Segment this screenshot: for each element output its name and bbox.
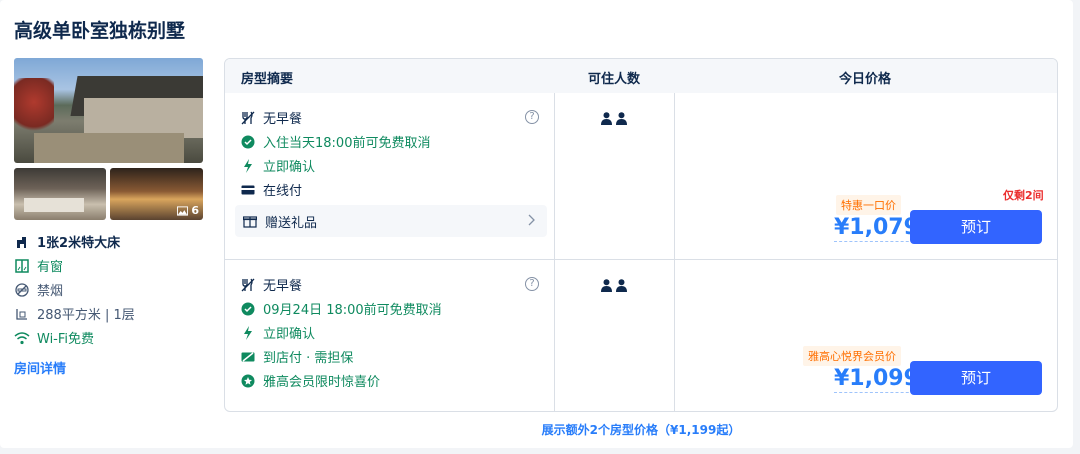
lightning-icon: [244, 325, 252, 340]
room-title: 高级单卧室独栋别墅: [14, 20, 186, 42]
header-summary: 房型摘要: [241, 72, 294, 87]
book-button[interactable]: 预订: [910, 361, 1042, 395]
gift-icon: [243, 216, 257, 228]
check-circle-icon: [241, 135, 255, 148]
room-photo-thumb-1[interactable]: [14, 168, 106, 220]
credit-card-icon: [241, 185, 255, 194]
instant-confirm-label: 立即确认: [263, 160, 316, 175]
cancel-policy[interactable]: 09月24日 18:00前可免费取消: [241, 299, 442, 318]
no-breakfast-icon: [241, 111, 255, 124]
no-breakfast-icon: [241, 278, 255, 291]
price-tag: 特惠一口价: [836, 195, 901, 215]
feature-smoking-label: 禁烟: [37, 284, 64, 299]
table-header: 房型摘要 可住人数 今日价格: [225, 59, 1057, 93]
pay-at-hotel-icon: [241, 351, 255, 362]
show-more-rates-link[interactable]: 展示额外2个房型价格（¥1,199起）: [224, 421, 1058, 438]
person-icon: [601, 112, 612, 125]
feature-window: 有窗: [14, 256, 63, 275]
payment-method-label: 到店付 · 需担保: [263, 351, 354, 366]
breakfast-item: 无早餐: [241, 275, 302, 294]
payment-method-label: 在线付: [263, 184, 303, 199]
bed-icon: [17, 236, 26, 248]
header-occupancy: 可住人数: [588, 72, 641, 87]
breakfast-label: 无早餐: [263, 112, 303, 127]
occupancy-icons: [601, 279, 627, 292]
room-main-photo[interactable]: [14, 58, 203, 163]
help-icon[interactable]: ?: [525, 277, 539, 291]
no-smoking-icon: [15, 282, 29, 297]
image-icon: [177, 205, 189, 216]
feature-area-label: 288平方米 | 1层: [37, 308, 135, 323]
chevron-right-icon: [528, 214, 535, 226]
feature-window-label: 有窗: [37, 260, 64, 275]
room-card: 高级单卧室独栋别墅 6 1张2米特大床 有窗 禁烟 288平方米 | 1层 Wi…: [0, 0, 1073, 448]
person-icon: [601, 279, 612, 292]
gift-label: 赠送礼品: [265, 215, 318, 231]
feature-wifi-label: Wi-Fi免费: [37, 332, 95, 347]
gift-row[interactable]: 赠送礼品: [235, 205, 547, 237]
lightning-icon: [244, 158, 252, 173]
wifi-icon: [14, 331, 30, 344]
star-badge-icon: [241, 374, 255, 387]
help-icon[interactable]: ?: [525, 110, 539, 124]
payment-method: 在线付: [241, 180, 302, 199]
member-deal: 雅高会员限时惊喜价: [241, 371, 380, 390]
header-price: 今日价格: [839, 72, 892, 87]
price-tag: 雅高心悦界会员价: [803, 346, 901, 366]
cancel-policy-label: 入住当天18:00前可免费取消: [263, 136, 431, 151]
feature-bed: 1张2米特大床: [14, 232, 120, 251]
breakfast-label: 无早餐: [263, 279, 303, 294]
rate-table: 房型摘要 可住人数 今日价格 无早餐 ? 入住当天18:00前可免费取消 立即确…: [224, 58, 1058, 412]
book-button[interactable]: 预订: [910, 210, 1042, 244]
occupancy-icons: [601, 112, 627, 125]
feature-smoking: 禁烟: [14, 280, 63, 299]
instant-confirm: 立即确认: [241, 156, 315, 175]
breakfast-item: 无早餐: [241, 108, 302, 127]
instant-confirm: 立即确认: [241, 323, 315, 342]
window-icon: [15, 258, 29, 273]
price-value: ¥1,099: [834, 366, 919, 393]
photo-count-badge: 6: [177, 204, 199, 217]
room-detail-link[interactable]: 房间详情: [14, 358, 66, 377]
member-deal-label: 雅高会员限时惊喜价: [263, 375, 381, 390]
room-photo-thumb-2[interactable]: 6: [110, 168, 203, 220]
payment-method: 到店付 · 需担保: [241, 347, 353, 366]
floor-area-icon: [16, 308, 27, 320]
photo-count: 6: [191, 204, 199, 217]
feature-bed-label: 1张2米特大床: [37, 236, 121, 251]
person-icon: [616, 279, 627, 292]
feature-wifi: Wi-Fi免费: [14, 328, 94, 347]
feature-area: 288平方米 | 1层: [14, 304, 135, 323]
check-circle-icon: [241, 302, 255, 315]
person-icon: [616, 112, 627, 125]
cancel-policy[interactable]: 入住当天18:00前可免费取消: [241, 132, 430, 151]
rooms-left-badge: 仅剩2间: [1003, 189, 1044, 202]
price-value: ¥1,079: [834, 215, 919, 242]
instant-confirm-label: 立即确认: [263, 327, 316, 342]
cancel-policy-label: 09月24日 18:00前可免费取消: [263, 303, 442, 318]
